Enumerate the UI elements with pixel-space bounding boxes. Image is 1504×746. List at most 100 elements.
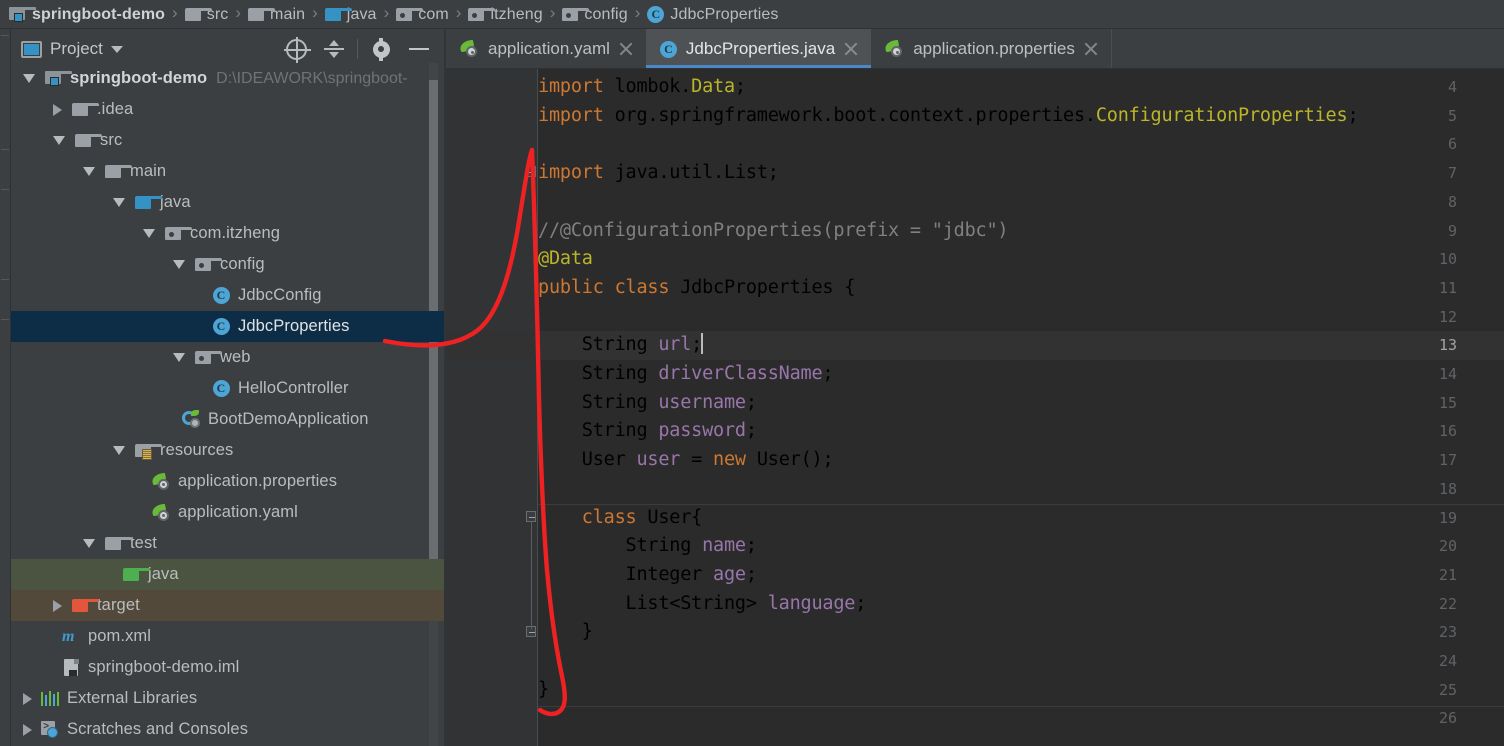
fold-indicator-imports[interactable] xyxy=(526,166,536,177)
project-view-selector[interactable]: Project xyxy=(21,39,123,59)
breadcrumb-item-java[interactable]: java xyxy=(322,0,380,29)
code-line-19[interactable]: class User{ xyxy=(538,504,703,533)
spring-config-icon xyxy=(884,39,904,57)
spring-config-icon xyxy=(150,472,171,490)
tree-row-springboot-demo-iml[interactable]: springboot-demo.iml xyxy=(11,652,444,683)
code-line-14[interactable]: String driverClassName; xyxy=(538,360,834,389)
code-section-separator xyxy=(538,504,1504,505)
tree-row-hellocontroller[interactable]: C HelloController xyxy=(11,373,444,404)
chevron-right-icon[interactable] xyxy=(53,599,62,612)
code-line-7[interactable]: import java.util.List; xyxy=(538,159,779,188)
editor-gutter[interactable] xyxy=(446,69,538,746)
code-line-25[interactable]: } xyxy=(538,676,549,705)
code-line-11[interactable]: public class JdbcProperties { xyxy=(538,274,855,303)
tree-node-label: pom.xml xyxy=(88,627,152,645)
tree-row-external-libraries[interactable]: External Libraries xyxy=(11,683,444,714)
project-panel-title: Project xyxy=(50,39,103,58)
code-line-21[interactable]: Integer age; xyxy=(538,561,757,590)
chevron-down-icon[interactable] xyxy=(173,353,185,362)
tree-row-resources[interactable]: resources xyxy=(11,435,444,466)
code-line-22[interactable]: List<String> language; xyxy=(538,590,867,619)
breadcrumb-separator: › xyxy=(172,3,178,22)
chevron-down-icon[interactable] xyxy=(23,74,35,83)
chevron-down-icon[interactable] xyxy=(113,198,125,207)
tree-row-web[interactable]: web xyxy=(11,342,444,373)
code-line-17[interactable]: User user = new User(); xyxy=(538,446,834,475)
folder-icon xyxy=(72,103,99,116)
chevron-down-icon[interactable] xyxy=(53,136,65,145)
code-line-13[interactable]: String url; xyxy=(538,331,704,360)
chevron-down-icon[interactable] xyxy=(83,167,95,176)
tree-row-target[interactable]: target xyxy=(11,590,444,621)
tree-node-label: .idea xyxy=(97,100,134,118)
chevron-down-icon[interactable] xyxy=(110,45,123,53)
code-editor[interactable]: 4 5 6 7 8 9 10 11 12 13 14 15 16 17 18 19 20 21 22 23 24 25 26… xyxy=(446,69,1504,746)
code-line-20[interactable]: String name; xyxy=(538,532,757,561)
chevron-right-icon[interactable] xyxy=(53,103,62,116)
project-tree[interactable]: springboot-demo D:\IDEAWORK\springboot- .i… xyxy=(11,63,444,746)
breadcrumb-item-config[interactable]: config xyxy=(559,0,630,29)
breadcrumb-item-com[interactable]: com xyxy=(393,0,452,29)
chevron-down-icon[interactable] xyxy=(113,446,125,455)
code-line-5[interactable]: import org.springframework.boot.context.… xyxy=(538,102,1359,131)
tree-row-application-properties[interactable]: application.properties xyxy=(11,466,444,497)
chevron-down-icon[interactable] xyxy=(143,229,155,238)
iml-file-icon xyxy=(63,659,79,676)
breadcrumb-item-jdbcproperties[interactable]: C JdbcProperties xyxy=(644,0,781,29)
code-line-4[interactable]: import lombok.Data; xyxy=(538,73,746,102)
tab-application-yaml[interactable]: application.yaml xyxy=(446,29,646,69)
code-line-10[interactable]: @Data xyxy=(538,245,593,274)
breadcrumb-item-itzheng[interactable]: itzheng xyxy=(465,0,545,29)
tree-row-config[interactable]: config xyxy=(11,249,444,280)
chevron-down-icon[interactable] xyxy=(173,260,185,269)
close-icon[interactable] xyxy=(844,42,858,56)
tree-row-java[interactable]: java xyxy=(11,187,444,218)
tree-node-label: test xyxy=(130,534,157,552)
tree-node-label: Scratches and Consoles xyxy=(67,720,249,738)
tab-jdbcproperties-java[interactable]: C JdbcProperties.java xyxy=(645,29,872,69)
tab-application-properties[interactable]: application.properties xyxy=(871,29,1111,69)
folder-icon xyxy=(248,8,276,21)
java-class-icon: C xyxy=(212,318,230,335)
tab-label: application.properties xyxy=(913,39,1075,58)
code-content[interactable]: import lombok.Data; import org.springfram… xyxy=(538,69,1504,746)
tree-row-com-itzheng[interactable]: com.itzheng xyxy=(11,218,444,249)
tree-node-label: JdbcConfig xyxy=(238,286,322,304)
chevron-right-icon[interactable] xyxy=(23,692,32,705)
breadcrumb-label: main xyxy=(270,5,306,23)
chevron-down-icon[interactable] xyxy=(83,539,95,548)
spring-config-icon xyxy=(459,39,479,57)
chevron-right-icon[interactable] xyxy=(23,723,32,736)
tree-node-icon xyxy=(121,568,150,581)
code-line-23[interactable]: } xyxy=(538,618,593,647)
breadcrumb-item-springboot-demo[interactable]: springboot-demo xyxy=(6,0,168,29)
tree-row-test[interactable]: test xyxy=(11,528,444,559)
tree-row-main[interactable]: main xyxy=(11,156,444,187)
left-tool-window-strip[interactable] xyxy=(0,29,11,746)
tree-node-label: springboot-demo xyxy=(70,69,208,87)
close-icon[interactable] xyxy=(619,42,633,56)
breadcrumb: springboot-demo › src › main › java › co… xyxy=(0,0,1504,29)
tree-row-idea[interactable]: .idea xyxy=(11,94,444,125)
breadcrumb-item-main[interactable]: main xyxy=(245,0,308,29)
code-line-15[interactable]: String username; xyxy=(538,389,757,418)
breadcrumb-item-src[interactable]: src xyxy=(182,0,232,29)
code-line-16[interactable]: String password; xyxy=(538,417,757,446)
tree-row-jdbcproperties[interactable]: C JdbcProperties xyxy=(11,311,444,342)
libraries-icon xyxy=(41,691,60,706)
tree-node-icon: C xyxy=(211,287,231,304)
tree-row-bootdemoapplication[interactable]: BootDemoApplication xyxy=(11,404,444,435)
tree-node-label: target xyxy=(97,596,140,614)
code-line-9[interactable]: //@ConfigurationProperties(prefix = "jdb… xyxy=(538,217,1009,246)
tree-node-icon xyxy=(133,444,162,460)
tree-row-application-yaml[interactable]: application.yaml xyxy=(11,497,444,528)
close-icon[interactable] xyxy=(1084,42,1098,56)
tree-row-java[interactable]: java xyxy=(11,559,444,590)
tree-row-jdbcconfig[interactable]: C JdbcConfig xyxy=(11,280,444,311)
folder-blue-icon xyxy=(135,196,162,209)
tree-row-src[interactable]: src xyxy=(11,125,444,156)
tree-row-pom-xml[interactable]: m pom.xml xyxy=(11,621,444,652)
idea-window: springboot-demo › src › main › java › co… xyxy=(0,0,1504,746)
tree-row-scratches-and-consoles[interactable]: >_ Scratches and Consoles xyxy=(11,714,444,745)
tree-row-springboot-demo[interactable]: springboot-demo D:\IDEAWORK\springboot- xyxy=(11,63,444,94)
